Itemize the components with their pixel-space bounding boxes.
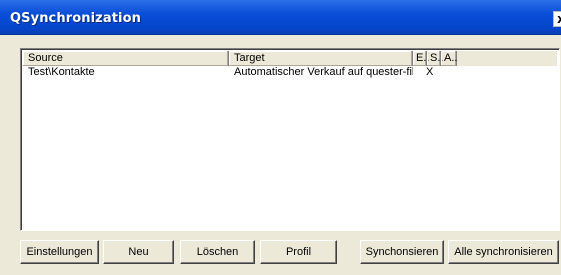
sync-list[interactable]: Source Target E.. S.. A.. Test\Kontakte … (20, 48, 560, 231)
title-bar[interactable]: QSynchronization x (0, 0, 561, 35)
window-title: QSynchronization (10, 11, 141, 26)
column-header-target[interactable]: Target (229, 51, 413, 66)
column-header-a[interactable]: A.. (441, 51, 457, 66)
sync-window: QSynchronization x Source Target E.. S..… (0, 0, 561, 275)
settings-button[interactable]: Einstellungen (20, 240, 99, 264)
list-row[interactable]: Test\Kontakte Automatischer Verkauf auf … (23, 66, 557, 79)
column-header-source[interactable]: Source (23, 51, 229, 66)
sync-all-button[interactable]: Alle synchronisieren (448, 240, 559, 264)
row-source: Test\Kontakte (28, 66, 95, 78)
column-header-e[interactable]: E.. (413, 51, 429, 66)
list-header: Source Target E.. S.. A.. (23, 51, 557, 66)
column-header-s[interactable]: S.. (427, 51, 443, 66)
close-button[interactable]: x (553, 11, 561, 27)
row-target: Automatischer Verkauf auf quester-fib... (234, 66, 413, 78)
profile-button[interactable]: Profil (260, 240, 337, 264)
new-button[interactable]: Neu (103, 240, 174, 264)
sync-button[interactable]: Synchonsieren (360, 240, 444, 264)
delete-button[interactable]: Löschen (180, 240, 255, 264)
row-e-flag: X (426, 66, 434, 78)
